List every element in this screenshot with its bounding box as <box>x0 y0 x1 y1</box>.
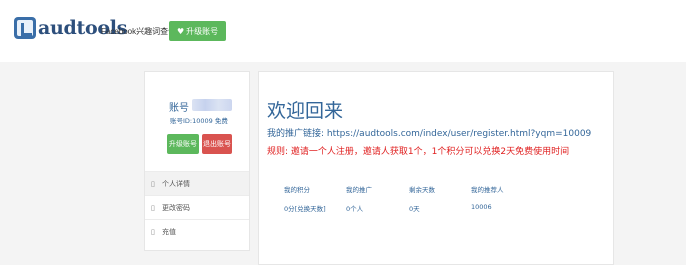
stat-points: 我的积分 0分[兑换天数] <box>284 184 326 213</box>
sidebar-item-change-password[interactable]: ▯ 更改密码 <box>145 195 249 219</box>
stat-value: 0天 <box>409 205 420 213</box>
stat-referrer: 我的推荐人 10006 <box>471 184 504 211</box>
credit-card-icon: ▯ <box>151 227 155 236</box>
stat-label: 我的积分 <box>284 186 310 194</box>
account-id: 账号ID:10009 免费 <box>170 117 228 125</box>
promo-label: 我的推广链接: <box>267 129 325 139</box>
page-title: 欢迎回来 <box>267 100 344 122</box>
referral-rule: 规则: 邀请一个人注册，邀请人获取1个，1个积分可以兑换2天免费使用时间 <box>267 147 570 157</box>
sidebar-item-label: 个人详情 <box>162 179 190 188</box>
logo-icon <box>14 17 36 39</box>
heart-icon: ♥ <box>177 26 185 36</box>
promo-link-row: 我的推广链接: https://audtools.com/index/user/… <box>267 126 591 139</box>
sidebar-item-recharge[interactable]: ▯ 充值 <box>145 219 249 243</box>
stat-remaining-days: 剩余天数 0天 <box>409 184 435 213</box>
stat-label: 剩余天数 <box>409 186 435 194</box>
stat-label: 我的推荐人 <box>471 186 504 194</box>
stat-value: 0个人 <box>346 205 364 213</box>
lock-icon: ▯ <box>151 203 155 212</box>
stat-value[interactable]: 0分[兑换天数] <box>284 203 326 213</box>
top-navbar: audtools Facebook兴趣词查询 ♥ 升级账号 <box>0 0 686 62</box>
sidebar-upgrade-button[interactable]: 升级账号 <box>167 134 199 154</box>
account-name-redacted <box>192 99 232 111</box>
sidebar-item-label: 充值 <box>162 227 176 236</box>
promo-url[interactable]: https://audtools.com/index/user/register… <box>327 129 591 139</box>
nav-link-interest-search[interactable]: Facebook兴趣词查询 <box>101 26 176 37</box>
logout-button[interactable]: 退出账号 <box>202 134 232 154</box>
main-panel: 欢迎回来 我的推广链接: https://audtools.com/index/… <box>258 71 614 265</box>
sidebar-item-label: 更改密码 <box>162 203 190 212</box>
header-upgrade-label: 升级账号 <box>186 26 219 36</box>
stat-label: 我的推广 <box>346 186 372 194</box>
account-label: 账号 <box>169 103 189 114</box>
account-sidebar: 账号 账号ID:10009 免费 升级账号 退出账号 ▯ 个人详情 ▯ 更改密码… <box>144 71 250 251</box>
stat-value: 10006 <box>471 203 492 211</box>
user-icon: ▯ <box>151 179 155 188</box>
header-upgrade-button[interactable]: ♥ 升级账号 <box>169 21 227 41</box>
stat-referrals: 我的推广 0个人 <box>346 184 372 213</box>
sidebar-item-profile[interactable]: ▯ 个人详情 <box>145 171 249 195</box>
